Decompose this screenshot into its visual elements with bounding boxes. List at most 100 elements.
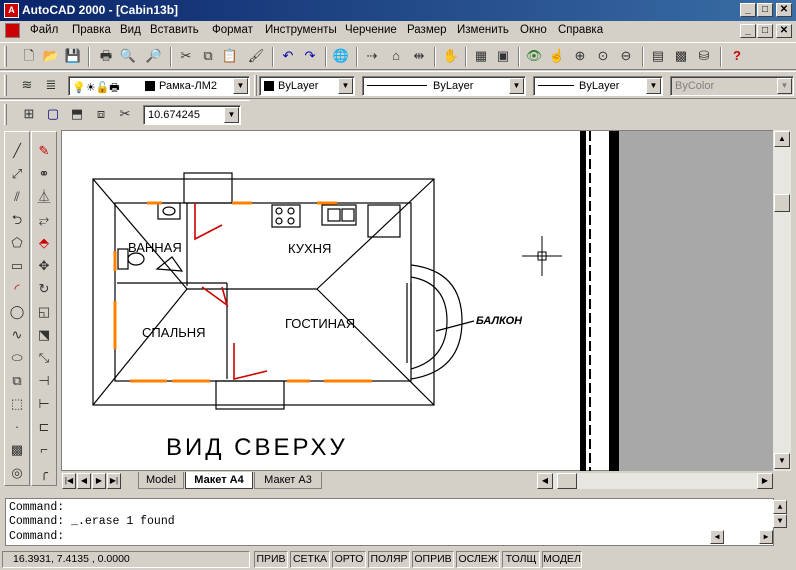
chevron-down-icon[interactable]: ▼ xyxy=(338,78,353,94)
scroll-up-button[interactable]: ▲ xyxy=(774,131,790,147)
ucs-icon[interactable]: ⌂ xyxy=(385,45,407,67)
menu-tools[interactable]: Инструменты xyxy=(265,24,337,36)
help-icon[interactable]: ? xyxy=(726,45,748,67)
lineweight-select[interactable]: ByLayer ▼ xyxy=(533,76,663,96)
database-icon[interactable]: ⛁ xyxy=(693,45,715,67)
eye-icon[interactable]: 👁 xyxy=(523,45,545,67)
zoom-realtime-icon[interactable]: ⊕ xyxy=(569,45,591,67)
menu-dimension[interactable]: Размер xyxy=(407,24,447,36)
arc-icon[interactable]: ◜ xyxy=(6,278,28,300)
layer-select[interactable]: 💡☀🔓🖶 Рамка-ЛМ2 ▼ xyxy=(68,76,250,96)
mirror-icon[interactable]: ⏅ xyxy=(33,186,55,208)
redo-icon[interactable]: ↷ xyxy=(299,45,321,67)
globe-icon[interactable]: 🌐 xyxy=(330,45,352,67)
chevron-down-icon[interactable]: ▼ xyxy=(509,78,524,94)
copy-object-icon[interactable]: ⚭ xyxy=(33,163,55,185)
open-folder-icon[interactable]: 📂 xyxy=(40,45,62,67)
make-current-layer-icon[interactable]: ≣ xyxy=(40,74,62,96)
cmd-scroll-left-button[interactable]: ◀ xyxy=(710,530,724,544)
multiline-icon[interactable]: ⫽ xyxy=(6,186,28,208)
copy-icon[interactable]: ⧉ xyxy=(197,45,219,67)
move-icon[interactable]: ✥ xyxy=(33,255,55,277)
clip-viewport-icon[interactable]: ✂ xyxy=(114,103,136,125)
otrack-toggle[interactable]: ОСЛЕЖ xyxy=(456,551,500,568)
menu-draw[interactable]: Черчение xyxy=(345,24,397,36)
pan-realtime-icon[interactable]: ☝ xyxy=(546,45,568,67)
extend-icon[interactable]: ⊢ xyxy=(33,393,55,415)
tab-model[interactable]: Model xyxy=(138,472,184,489)
line-icon[interactable]: ╱ xyxy=(6,140,28,162)
point-icon[interactable]: · xyxy=(6,416,28,438)
chevron-down-icon[interactable]: ▼ xyxy=(646,78,661,94)
undo-icon[interactable]: ↶ xyxy=(277,45,299,67)
snap-toggle[interactable]: ПРИВ xyxy=(254,551,288,568)
minimize-button[interactable]: _ xyxy=(740,3,756,17)
snap-tracking-icon[interactable]: ⇢ xyxy=(361,45,383,67)
cmd-scroll-right-button[interactable]: ▶ xyxy=(759,530,773,544)
aerial-view-icon[interactable]: ▣ xyxy=(492,45,514,67)
new-file-icon[interactable]: 🗋 xyxy=(18,45,40,67)
viewport-scale-select[interactable]: 10.674245 ▼ xyxy=(143,105,241,125)
scroll-left-button[interactable]: ◀ xyxy=(537,473,553,489)
scroll-right-button[interactable]: ▶ xyxy=(757,473,773,489)
vertical-scrollbar[interactable]: ▲ ▼ xyxy=(773,130,791,471)
tab-next-button[interactable]: ▶ xyxy=(92,473,106,489)
command-window[interactable]: Command: Command: _.erase 1 found Comman… xyxy=(5,498,787,546)
viewports-dialog-icon[interactable]: ⊞ xyxy=(18,103,40,125)
tab-prev-button[interactable]: ◀ xyxy=(77,473,91,489)
menu-insert[interactable]: Вставить xyxy=(150,24,199,36)
properties-icon[interactable]: ▤ xyxy=(647,45,669,67)
title-bar[interactable]: A AutoCAD 2000 - [Cabin13b] _ □ ✕ xyxy=(0,0,796,21)
osnap-toggle[interactable]: ОПРИВ xyxy=(412,551,454,568)
cmd-scroll-up-button[interactable]: ▲ xyxy=(773,500,787,514)
stretch-icon[interactable]: ⬔ xyxy=(33,324,55,346)
menu-window[interactable]: Окно xyxy=(520,24,547,36)
autocad-app-icon[interactable]: A xyxy=(4,3,19,18)
hatch-icon[interactable]: ▩ xyxy=(6,439,28,461)
construction-line-icon[interactable]: ⤢ xyxy=(6,163,28,185)
fillet-icon[interactable]: ╭ xyxy=(33,462,55,484)
zoom-window-icon[interactable]: ⊙ xyxy=(592,45,614,67)
paste-icon[interactable]: 📋 xyxy=(219,45,241,67)
spline-icon[interactable]: ∿ xyxy=(6,324,28,346)
color-select[interactable]: ByLayer ▼ xyxy=(259,76,355,96)
polyline-icon[interactable]: ⮌ xyxy=(6,209,28,231)
menu-modify[interactable]: Изменить xyxy=(457,24,509,36)
toolbar-grip[interactable] xyxy=(4,104,7,125)
lengthen-icon[interactable]: ⤡ xyxy=(33,347,55,369)
make-block-icon[interactable]: ⬚ xyxy=(6,393,28,415)
scroll-thumb[interactable] xyxy=(774,194,790,212)
tab-layout-a4[interactable]: Макет А4 xyxy=(185,472,253,489)
tab-layout-a3[interactable]: Макет А3 xyxy=(254,472,322,489)
distance-icon[interactable]: ⇹ xyxy=(408,45,430,67)
ellipse-icon[interactable]: ⬭ xyxy=(6,347,28,369)
offset-icon[interactable]: ⥂ xyxy=(33,209,55,231)
rectangle-icon[interactable]: ▭ xyxy=(6,255,28,277)
chamfer-icon[interactable]: ⌐ xyxy=(33,439,55,461)
save-icon[interactable]: 💾 xyxy=(62,45,84,67)
toolbar-grip[interactable] xyxy=(4,46,7,67)
lineweight-toggle[interactable]: ТОЛЩ xyxy=(502,551,540,568)
menu-format[interactable]: Формат xyxy=(212,24,253,36)
tab-first-button[interactable]: |◀ xyxy=(62,473,76,489)
print-icon[interactable]: 🖶 xyxy=(95,45,117,67)
rotate-icon[interactable]: ↻ xyxy=(33,278,55,300)
polygonal-viewport-icon[interactable]: ⬒ xyxy=(66,103,88,125)
coordinate-readout[interactable]: 16.3931, 7.4135 , 0.0000 xyxy=(2,551,250,568)
menu-help[interactable]: Справка xyxy=(558,24,603,36)
command-prompt[interactable]: Command: xyxy=(9,530,64,543)
convert-object-viewport-icon[interactable]: ⧈ xyxy=(90,103,112,125)
array-icon[interactable]: ⬘ xyxy=(33,232,55,254)
drawing-canvas[interactable]: ВАННАЯ КУХНЯ СПАЛЬНЯ ГОСТИНАЯ БАЛКОН ВИД… xyxy=(61,130,774,472)
polygon-icon[interactable]: ⬠ xyxy=(6,232,28,254)
hscroll-thumb[interactable] xyxy=(557,473,577,489)
toolbar-grip[interactable] xyxy=(254,75,257,96)
scale-icon[interactable]: ◱ xyxy=(33,301,55,323)
model-paper-toggle[interactable]: МОДЕЛ xyxy=(542,551,582,568)
cmd-scroll-down-button[interactable]: ▼ xyxy=(773,514,787,528)
single-viewport-icon[interactable]: ▢ xyxy=(42,103,64,125)
close-button[interactable]: ✕ xyxy=(776,3,792,17)
cut-icon[interactable]: ✂ xyxy=(175,45,197,67)
erase-icon[interactable]: ✎ xyxy=(33,140,55,162)
horizontal-scrollbar[interactable]: ◀ ▶ xyxy=(537,473,773,489)
